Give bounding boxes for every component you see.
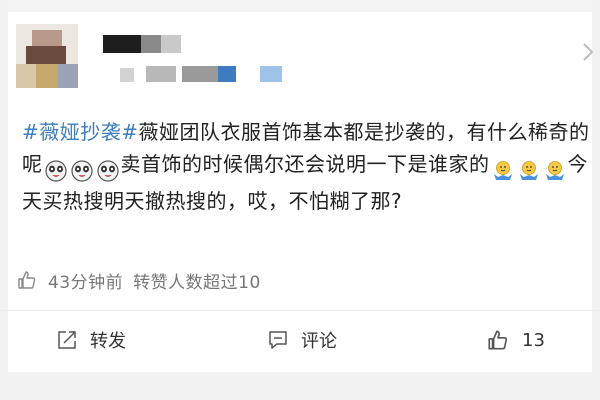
post-time: 43分钟前 (48, 272, 124, 293)
source-line-blurred (120, 66, 290, 82)
panda-face-emoji-icon (70, 159, 93, 182)
repost-label: 转发 (90, 331, 126, 352)
shrug-emoji-icon (545, 160, 564, 180)
action-bar: 转发 评论 13 (0, 320, 600, 360)
panda-face-emoji-icon (96, 159, 119, 182)
panda-face-emoji-icon (44, 159, 67, 182)
shrug-emoji-icon (519, 160, 538, 180)
repost-like-note: 转赞人数超过10 (133, 272, 261, 293)
avatar[interactable] (16, 24, 78, 88)
repost-button[interactable]: 转发 (56, 320, 126, 360)
username-blurred[interactable] (103, 35, 181, 53)
comment-bubble-icon (269, 331, 287, 349)
post-text: #薇娅抄袭#薇娅团队衣服首饰基本都是抄袭的，有什么稀奇的呢 卖首饰的时候偶尔还会说… (22, 116, 592, 217)
weibo-post-card: #薇娅抄袭#薇娅团队衣服首饰基本都是抄袭的，有什么稀奇的呢 卖首饰的时候偶尔还会说… (0, 0, 600, 400)
shrug-emoji-icon (493, 160, 512, 180)
shrug-emoji-group (490, 153, 568, 185)
thumbs-up-icon (488, 330, 508, 350)
post-text-part-2: 卖首饰的时候偶尔还会说明一下是谁家的 (120, 152, 490, 176)
like-count: 13 (522, 329, 545, 351)
more-options-icon[interactable] (580, 40, 596, 64)
hashtag-link[interactable]: #薇娅抄袭# (22, 120, 139, 144)
share-arrow-icon (58, 331, 76, 349)
top-edge (0, 0, 600, 12)
bottom-edge (0, 372, 600, 400)
comment-label: 评论 (301, 331, 337, 352)
thumbs-up-icon[interactable] (16, 269, 38, 291)
post-meta: 43分钟前 转赞人数超过10 (16, 267, 261, 293)
action-bar-divider (0, 310, 600, 311)
panda-emoji-group (43, 153, 121, 185)
like-button[interactable]: 13 (486, 320, 545, 360)
comment-button[interactable]: 评论 (267, 320, 337, 360)
